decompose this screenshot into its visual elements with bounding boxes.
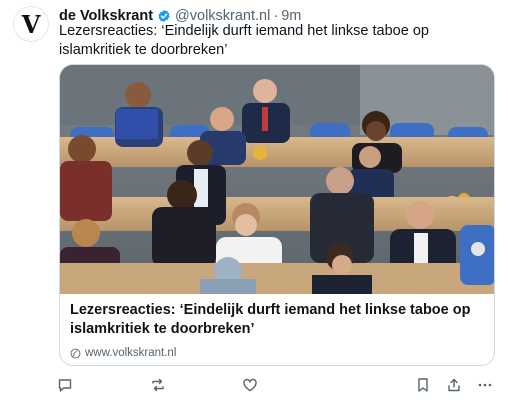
bookmark-button[interactable] xyxy=(414,376,432,394)
link-domain-text: www.volkskrant.nl xyxy=(85,347,177,359)
link-icon xyxy=(70,348,81,358)
link-card-title[interactable]: Lezersreacties: ‘Eindelijk durft iemand … xyxy=(70,301,480,339)
repost-icon xyxy=(152,378,164,392)
post-text: Lezersreacties: ‘Eindelijk durft iemand … xyxy=(59,23,429,58)
more-button[interactable] xyxy=(476,376,494,394)
share-icon xyxy=(448,378,460,392)
link-card-domain[interactable]: www.volkskrant.nl xyxy=(70,347,176,359)
reply-button[interactable] xyxy=(56,376,74,394)
bookmark-icon xyxy=(418,378,428,392)
link-card[interactable]: Lezersreacties: ‘Eindelijk durft iemand … xyxy=(59,64,495,366)
repost-button[interactable] xyxy=(149,376,167,394)
author-avatar[interactable]: V xyxy=(13,6,49,42)
like-icon xyxy=(243,378,257,392)
share-button[interactable] xyxy=(445,376,463,394)
parliament-photo xyxy=(60,65,494,294)
avatar-letter: V xyxy=(21,9,41,39)
more-icon xyxy=(478,383,492,387)
post-actions xyxy=(0,376,508,394)
like-button[interactable] xyxy=(241,376,259,394)
reply-icon xyxy=(58,379,72,392)
verified-badge-icon xyxy=(158,9,170,23)
